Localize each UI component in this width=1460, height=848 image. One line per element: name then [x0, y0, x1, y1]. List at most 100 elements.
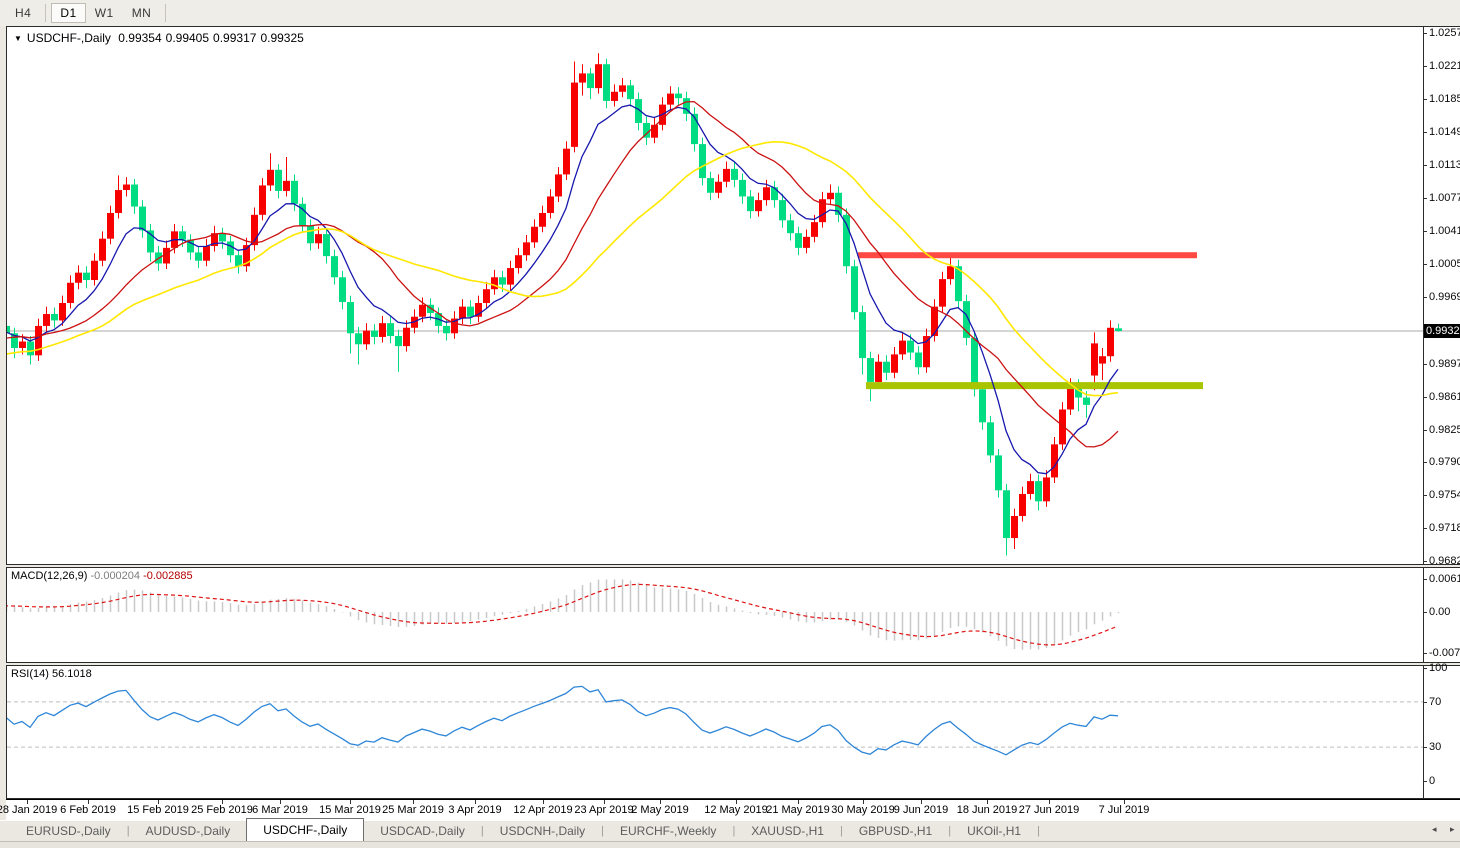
date-tick	[475, 800, 476, 804]
date-tick	[736, 800, 737, 804]
price-axis-label: 1.01130	[1429, 159, 1460, 171]
support-line	[866, 382, 1203, 390]
bottom-status-strip	[0, 841, 1460, 848]
ohlc-high: 0.99405	[165, 31, 210, 45]
price-axis-label: 1.00770	[1429, 192, 1460, 204]
ohlc-low: 0.99317	[213, 31, 257, 45]
price-axis-label-tick	[1423, 33, 1427, 34]
rsi-axis-label-tick	[1423, 702, 1427, 703]
price-axis-label-tick	[1423, 397, 1427, 398]
tab-usdchf-daily[interactable]: USDCHF-,Daily	[246, 818, 365, 842]
toolbar-separator	[45, 4, 47, 22]
rsi-name: RSI(14)	[11, 668, 49, 680]
tab-usdcad-daily[interactable]: USDCAD-,Daily	[364, 821, 481, 842]
rsi-axis-label: 0	[1429, 775, 1436, 787]
date-tick	[604, 800, 605, 804]
macd-signal-line	[7, 583, 1119, 646]
tab-gbpusd-h1[interactable]: GBPUSD-,H1	[843, 821, 948, 842]
macd-name: MACD(12,26,9)	[11, 570, 88, 582]
timeframe-button-mn[interactable]: MN	[123, 3, 161, 23]
price-axis-label-tick	[1423, 561, 1427, 562]
macd-axis-label-tick	[1423, 579, 1427, 580]
date-label: 3 Apr 2019	[448, 804, 502, 816]
date-tick	[158, 800, 159, 804]
price-axis-label: 1.01490	[1429, 126, 1460, 138]
rsi-axis-label-tick	[1423, 781, 1427, 782]
price-axis-label-tick	[1423, 430, 1427, 431]
rsi-label: RSI(14) 56.1018	[11, 668, 92, 680]
date-tick	[1124, 800, 1125, 804]
price-axis-label: 0.97180	[1429, 522, 1460, 534]
chart-tab-bar: EURUSD-,Daily | AUDUSD-,Daily USDCHF-,Daily…	[0, 818, 1460, 842]
rsi-axis-label-tick	[1423, 747, 1427, 748]
tab-eurchf-weekly[interactable]: EURCHF-,Weekly	[604, 821, 732, 842]
timeframe-button-w1[interactable]: W1	[86, 3, 123, 23]
price-axis-label: 0.98970	[1429, 358, 1460, 370]
tab-ukoil-h1[interactable]: UKOil-,H1	[951, 821, 1037, 842]
tab-usdcnh-daily[interactable]: USDCNH-,Daily	[484, 821, 601, 842]
timeframe-button-d1[interactable]: D1	[51, 3, 86, 23]
candles-layer	[7, 53, 1122, 556]
date-tick	[798, 800, 799, 804]
date-tick	[88, 800, 89, 804]
tab-scroll-right-icon[interactable]: ▸	[1450, 824, 1455, 835]
date-tick	[280, 800, 281, 804]
price-axis-label-tick	[1423, 297, 1427, 298]
resistance-line	[858, 252, 1197, 259]
tab-audusd-daily[interactable]: AUDUSD-,Daily	[130, 821, 247, 842]
date-tick	[921, 800, 922, 804]
date-label: 9 Jun 2019	[893, 804, 949, 816]
rsi-line	[7, 685, 1119, 756]
ma-line-8	[7, 104, 1119, 475]
price-axis-label: 0.99690	[1429, 291, 1460, 303]
tab-xauusd-h1[interactable]: XAUUSD-,H1	[735, 821, 840, 842]
rsi-axis-label: 100	[1429, 662, 1448, 674]
tab-eurusd-daily[interactable]: EURUSD-,Daily	[10, 821, 127, 842]
date-label: 15 Mar 2019	[319, 804, 381, 816]
date-label: 25 Mar 2019	[382, 804, 444, 816]
date-tick	[413, 800, 414, 804]
date-tick	[660, 800, 661, 804]
price-chart	[7, 53, 1423, 556]
price-axis-label-tick	[1423, 165, 1427, 166]
date-label: 2 May 2019	[631, 804, 689, 816]
current-price-label: 0.99325	[1424, 324, 1460, 338]
chart-title: ▼ USDCHF-,Daily 0.99354 0.99405 0.99317 0.99…	[14, 31, 308, 45]
price-axis-label: 1.00410	[1429, 225, 1460, 237]
date-label: 30 May 2019	[831, 804, 895, 816]
price-axis-label: 0.97900	[1429, 456, 1460, 468]
date-label: 21 May 2019	[766, 804, 830, 816]
price-axis-label: 0.98250	[1429, 424, 1460, 436]
symbol-label: USDCHF-,Daily	[26, 31, 111, 45]
timeframe-toolbar: H4 D1 W1 MN	[0, 0, 1460, 26]
rsi-chart	[7, 685, 1423, 756]
macd-axis-label: 0.00613	[1429, 573, 1460, 585]
price-axis-label-tick	[1423, 99, 1427, 100]
price-axis-label-tick	[1423, 364, 1427, 365]
macd-axis-label-tick	[1423, 653, 1427, 654]
price-axis-label-tick	[1423, 495, 1427, 496]
ohlc-open: 0.99354	[118, 31, 162, 45]
macd-axis-label-tick	[1423, 612, 1427, 613]
macd-axis-divider	[1423, 568, 1424, 663]
toolbar-separator	[165, 4, 167, 22]
date-label: 18 Jun 2019	[956, 804, 1018, 816]
price-axis-label-tick	[1423, 528, 1427, 529]
timeframe-button-h4[interactable]: H4	[6, 3, 40, 23]
macd-histogram	[7, 579, 1120, 650]
price-axis-label: 1.02570	[1429, 27, 1460, 39]
rsi-axis-label-tick	[1423, 668, 1427, 669]
tab-scroll-left-icon[interactable]: ◂	[1432, 824, 1437, 835]
date-tick	[543, 800, 544, 804]
macd-label: MACD(12,26,9) -0.000204 -0.002885	[11, 570, 193, 582]
macd-chart	[7, 579, 1120, 650]
price-axis-label-tick	[1423, 66, 1427, 67]
macd-axis-label: 0.00	[1429, 606, 1451, 618]
date-label: 15 Feb 2019	[127, 804, 189, 816]
date-tick	[987, 800, 988, 804]
date-label: 23 Apr 2019	[574, 804, 634, 816]
price-axis-label: 1.02210	[1429, 60, 1460, 72]
price-axis-label: 1.01850	[1429, 93, 1460, 105]
rsi-axis-label: 70	[1429, 696, 1442, 708]
date-label: 6 Feb 2019	[60, 804, 116, 816]
